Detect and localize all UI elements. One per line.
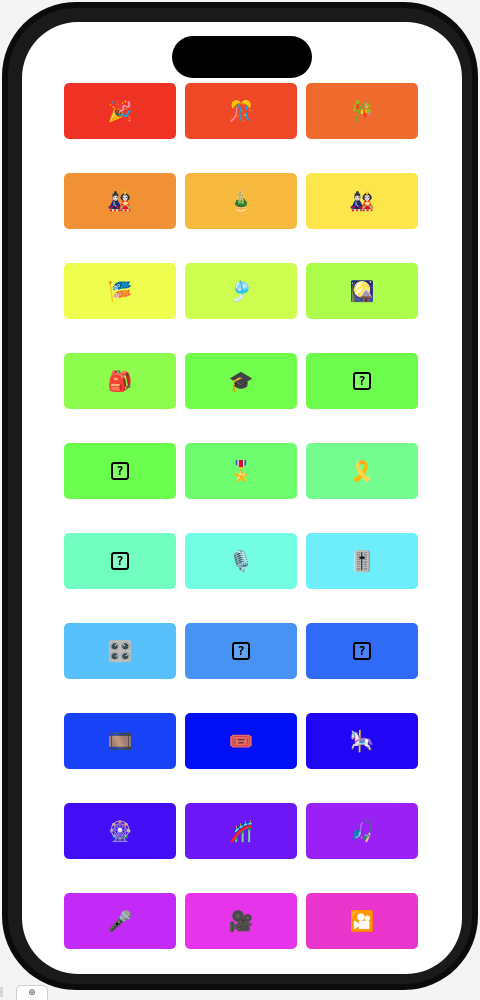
emoji-tile[interactable]: ? [185,623,297,679]
emoji-tile[interactable]: 🎙️ [185,533,297,589]
military-medal-icon: 🎖️ [228,459,254,483]
unknown-glyph-icon: ? [111,552,129,570]
admission-tickets-icon: 🎟️ [228,729,254,753]
emoji-tile[interactable]: 🎊 [185,83,297,139]
emoji-tile[interactable]: ? [64,443,176,499]
cinema-icon: 🎦 [349,909,375,933]
carp-streamer-icon: 🎏 [107,279,133,303]
movie-camera-icon: 🎥 [228,909,254,933]
japanese-dolls-icon: 🎎 [349,189,375,213]
unknown-glyph-icon: ? [353,642,371,660]
emoji-tile[interactable]: ? [306,623,418,679]
screen: 🎉 🎊 🎋 🎎 🎍 🎎 🎏 🎐 🎑 🎒 🎓?? 🎖️ 🎗️? 🎙️ 🎚️ 🎛️?? 🎞️ 🎟️ 🎠 🎡 🎢 🎣 🎤 🎥 🎦 [22,22,462,974]
emoji-tile[interactable]: 🎢 [185,803,297,859]
zoom-control-icon[interactable]: ⊕ [16,985,48,1000]
emoji-tile[interactable]: 🎏 [64,263,176,319]
emoji-tile[interactable]: 🎡 [64,803,176,859]
phone-frame: 🎉 🎊 🎋 🎎 🎍 🎎 🎏 🎐 🎑 🎒 🎓?? 🎖️ 🎗️? 🎙️ 🎚️ 🎛️?? 🎞️ 🎟️ 🎠 🎡 🎢 🎣 🎤 🎥 🎦 [2,2,478,990]
ferris-wheel-icon: 🎡 [107,819,133,843]
emoji-grid: 🎉 🎊 🎋 🎎 🎍 🎎 🎏 🎐 🎑 🎒 🎓?? 🎖️ 🎗️? 🎙️ 🎚️ 🎛️?? 🎞️ 🎟️ 🎠 🎡 🎢 🎣 🎤 🎥 🎦 [64,83,418,949]
emoji-tile[interactable]: ? [306,353,418,409]
window-edge [0,987,3,997]
graduation-cap-icon: 🎓 [228,369,254,393]
emoji-tile[interactable]: 🎤 [64,893,176,949]
emoji-tile[interactable]: 🎚️ [306,533,418,589]
emoji-tile[interactable]: 🎎 [64,173,176,229]
japanese-dolls-icon: 🎎 [107,189,133,213]
emoji-tile[interactable]: ? [64,533,176,589]
school-backpack-icon: 🎒 [107,369,133,393]
confetti-ball-icon: 🎊 [228,99,254,123]
pine-decoration-icon: 🎍 [228,189,254,213]
party-popper-icon: 🎉 [107,99,133,123]
emoji-tile[interactable]: 🎍 [185,173,297,229]
level-slider-icon: 🎚️ [349,549,375,573]
emoji-tile[interactable]: 🎉 [64,83,176,139]
emoji-tile[interactable]: 🎗️ [306,443,418,499]
reminder-ribbon-icon: 🎗️ [349,459,375,483]
tanabata-tree-icon: 🎋 [349,99,375,123]
emoji-tile[interactable]: 🎖️ [185,443,297,499]
emoji-tile[interactable]: 🎠 [306,713,418,769]
emoji-tile[interactable]: 🎋 [306,83,418,139]
emoji-tile[interactable]: 🎒 [64,353,176,409]
moon-viewing-ceremony-icon: 🎑 [349,279,375,303]
emoji-tile[interactable]: 🎑 [306,263,418,319]
wind-chime-icon: 🎐 [228,279,254,303]
emoji-tile[interactable]: 🎐 [185,263,297,319]
studio-microphone-icon: 🎙️ [228,549,254,573]
emoji-tile[interactable]: 🎥 [185,893,297,949]
unknown-glyph-icon: ? [111,462,129,480]
unknown-glyph-icon: ? [353,372,371,390]
control-knobs-icon: 🎛️ [107,639,133,663]
fishing-pole-icon: 🎣 [349,819,375,843]
roller-coaster-icon: 🎢 [228,819,254,843]
emoji-tile[interactable]: 🎞️ [64,713,176,769]
emoji-tile[interactable]: 🎓 [185,353,297,409]
emoji-tile[interactable]: 🎟️ [185,713,297,769]
emoji-tile[interactable]: 🎣 [306,803,418,859]
dynamic-island [172,36,312,78]
microphone-icon: 🎤 [107,909,133,933]
emoji-tile[interactable]: 🎎 [306,173,418,229]
carousel-horse-icon: 🎠 [349,729,375,753]
emoji-tile[interactable]: 🎛️ [64,623,176,679]
emoji-tile[interactable]: 🎦 [306,893,418,949]
unknown-glyph-icon: ? [232,642,250,660]
film-frames-icon: 🎞️ [107,729,133,753]
